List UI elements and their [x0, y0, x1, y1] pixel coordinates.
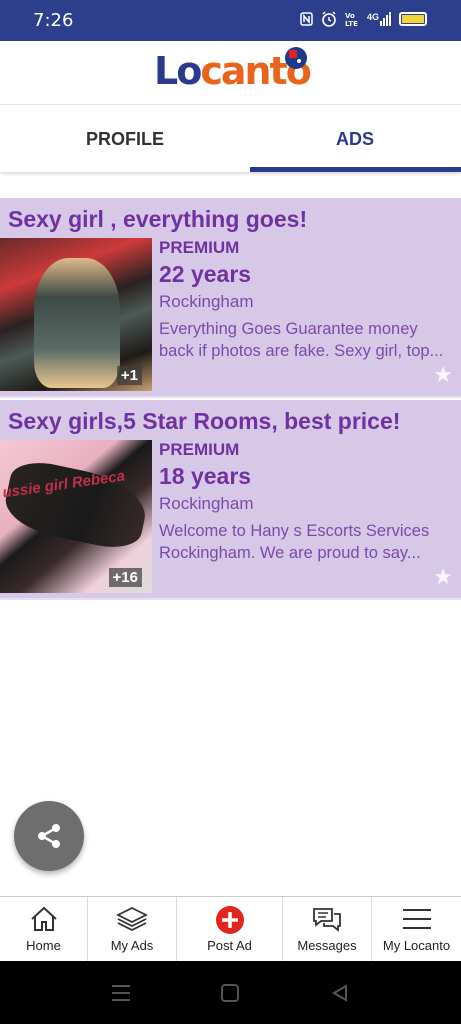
system-navigation-bar — [0, 961, 461, 1024]
app-header: Locanto — [0, 41, 461, 105]
ad-thumbnail[interactable]: +1 — [0, 238, 152, 391]
volte-icon: VoLTE — [345, 12, 358, 27]
home-system-icon[interactable] — [220, 983, 240, 1003]
share-icon — [38, 824, 60, 848]
australia-flag-icon[interactable] — [285, 47, 307, 69]
status-bar: 7:26 Vo LTE 4G — [0, 0, 461, 41]
status-icons: Vo LTE 4G — [300, 11, 427, 27]
ad-listing[interactable]: Sexy girls,5 Star Rooms, best price! uss… — [0, 400, 461, 600]
ad-title[interactable]: Sexy girls,5 Star Rooms, best price! — [8, 408, 400, 435]
premium-badge: PREMIUM — [159, 238, 240, 257]
nav-messages[interactable]: Messages — [283, 897, 372, 961]
ad-location: Rockingham — [159, 494, 254, 513]
nav-post-ad[interactable]: Post Ad — [177, 897, 283, 961]
ad-description: Welcome to Hany s Escorts Services Rocki… — [159, 522, 430, 562]
photo-count-badge: +1 — [116, 366, 142, 385]
stack-icon — [116, 906, 148, 932]
tab-ads[interactable]: ADS — [240, 106, 461, 172]
nfc-icon — [300, 12, 313, 26]
nav-label: Post Ad — [207, 938, 252, 953]
network-label: 4G — [366, 12, 379, 22]
bottom-navigation: Home My Ads Post Ad Messages My Locanto — [0, 896, 461, 961]
menu-icon — [402, 909, 431, 929]
ad-title[interactable]: Sexy girl , everything goes! — [8, 206, 307, 233]
favorite-star-icon[interactable]: ★ — [433, 362, 453, 388]
status-time: 7:26 — [33, 10, 74, 31]
back-icon[interactable] — [330, 983, 350, 1003]
svg-text:Vo: Vo — [345, 12, 355, 20]
logo-part-1: Lo — [154, 49, 202, 93]
ad-thumbnail[interactable]: ussie girl Rebeca +16 — [0, 440, 152, 593]
nav-home[interactable]: Home — [0, 897, 88, 961]
nav-label: My Ads — [110, 938, 154, 953]
ad-age: 22 years — [159, 261, 252, 287]
nav-label: Messages — [297, 938, 357, 953]
ad-description: Everything Goes Guarantee money back if … — [159, 320, 444, 360]
recents-icon[interactable] — [110, 983, 132, 1003]
tab-profile[interactable]: PROFILE — [10, 106, 240, 172]
plus-circle-icon — [215, 906, 244, 934]
ad-age: 18 years — [159, 463, 252, 489]
nav-label: Home — [26, 938, 61, 953]
alarm-icon — [322, 11, 336, 27]
premium-badge: PREMIUM — [159, 440, 240, 459]
share-button[interactable] — [14, 801, 84, 871]
favorite-star-icon[interactable]: ★ — [433, 564, 453, 590]
nav-my-ads[interactable]: My Ads — [88, 897, 177, 961]
home-icon — [30, 906, 57, 931]
photo-count-badge: +16 — [108, 568, 142, 587]
chat-icon — [313, 908, 341, 932]
ad-location: Rockingham — [159, 292, 254, 311]
svg-text:LTE: LTE — [345, 20, 358, 27]
signal-4g-icon: 4G — [367, 12, 391, 26]
profile-tabs: PROFILE ADS — [0, 106, 461, 172]
nav-label: My Locanto — [382, 938, 451, 953]
battery-icon — [399, 12, 427, 26]
ad-listing[interactable]: Sexy girl , everything goes! +1 PREMIUM … — [0, 198, 461, 398]
nav-my-locanto[interactable]: My Locanto — [372, 897, 461, 961]
